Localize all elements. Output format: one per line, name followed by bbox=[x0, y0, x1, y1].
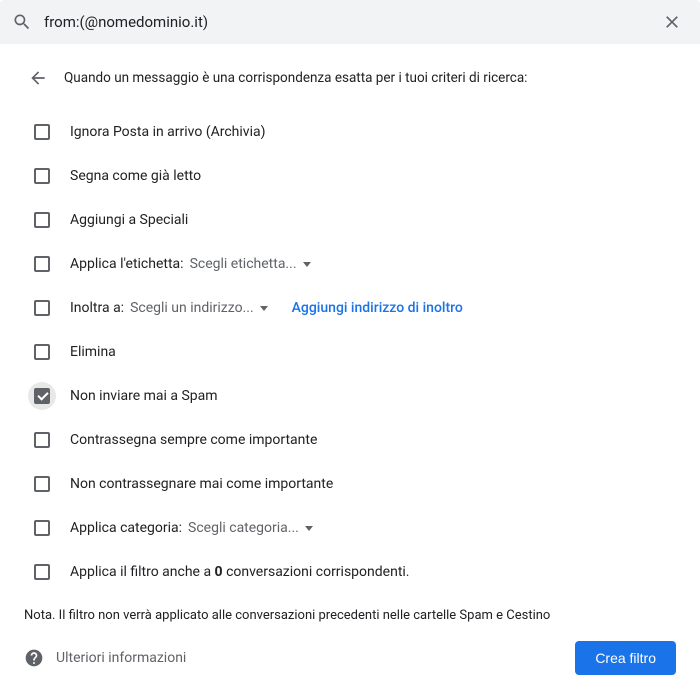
label-dropdown[interactable]: Scegli etichetta... bbox=[190, 256, 311, 272]
chevron-down-icon bbox=[305, 526, 313, 531]
checkbox-archive[interactable] bbox=[28, 118, 56, 146]
search-query[interactable]: from:(@nomedominio.it) bbox=[44, 13, 656, 31]
checkbox-apply-category[interactable] bbox=[28, 514, 56, 542]
option-delete: Elimina bbox=[20, 330, 680, 374]
option-never-important: Non contrassegnare mai come importante bbox=[20, 462, 680, 506]
checkbox-never-spam[interactable] bbox=[28, 382, 56, 410]
checkbox-star[interactable] bbox=[28, 206, 56, 234]
dropdown-text: Scegli un indirizzo... bbox=[130, 300, 254, 316]
clear-search-button[interactable] bbox=[656, 6, 688, 38]
option-label: Applica categoria: bbox=[70, 520, 182, 536]
filter-panel: Quando un messaggio è una corrispondenza… bbox=[0, 44, 700, 691]
checkbox-mark-read[interactable] bbox=[28, 162, 56, 190]
option-mark-read: Segna come già letto bbox=[20, 154, 680, 198]
back-arrow-icon bbox=[28, 68, 48, 88]
panel-header: Quando un messaggio è una corrispondenza… bbox=[20, 50, 680, 106]
option-label: Aggiungi a Speciali bbox=[70, 212, 188, 228]
dropdown-text: Scegli categoria... bbox=[188, 520, 299, 536]
option-apply-label: Applica l'etichetta: Scegli etichetta... bbox=[20, 242, 680, 286]
option-archive: Ignora Posta in arrivo (Archivia) bbox=[20, 110, 680, 154]
checkbox-delete[interactable] bbox=[28, 338, 56, 366]
checkbox-never-important[interactable] bbox=[28, 470, 56, 498]
option-label: Inoltra a: bbox=[70, 300, 124, 316]
category-dropdown[interactable]: Scegli categoria... bbox=[188, 520, 313, 536]
option-label: Applica l'etichetta: bbox=[70, 256, 184, 272]
header-text: Quando un messaggio è una corrispondenza… bbox=[64, 70, 527, 86]
option-label: Segna come già letto bbox=[70, 168, 201, 184]
option-label: Elimina bbox=[70, 344, 116, 360]
create-filter-button[interactable]: Crea filtro bbox=[575, 641, 676, 675]
close-icon bbox=[662, 12, 682, 32]
options-list: Ignora Posta in arrivo (Archivia) Segna … bbox=[20, 106, 680, 594]
help-icon bbox=[24, 648, 44, 668]
add-forward-address-link[interactable]: Aggiungi indirizzo di inoltro bbox=[292, 300, 463, 316]
forward-address-dropdown[interactable]: Scegli un indirizzo... bbox=[130, 300, 268, 316]
checkbox-apply-label[interactable] bbox=[28, 250, 56, 278]
option-forward: Inoltra a: Scegli un indirizzo... Aggiun… bbox=[20, 286, 680, 330]
dropdown-text: Scegli etichetta... bbox=[190, 256, 297, 272]
checkbox-always-important[interactable] bbox=[28, 426, 56, 454]
checkbox-forward[interactable] bbox=[28, 294, 56, 322]
option-label: Applica il filtro anche a 0 conversazion… bbox=[70, 564, 410, 580]
more-info-text: Ulteriori informazioni bbox=[56, 650, 186, 666]
chevron-down-icon bbox=[303, 262, 311, 267]
search-bar: from:(@nomedominio.it) bbox=[0, 0, 700, 44]
more-info-link[interactable]: Ulteriori informazioni bbox=[24, 648, 186, 668]
chevron-down-icon bbox=[260, 306, 268, 311]
option-never-spam: Non inviare mai a Spam bbox=[20, 374, 680, 418]
option-label: Non contrassegnare mai come importante bbox=[70, 476, 333, 492]
back-button[interactable] bbox=[22, 62, 54, 94]
note-text: Nota. Il filtro non verrà applicato alle… bbox=[20, 594, 680, 633]
search-icon bbox=[12, 12, 32, 32]
option-always-important: Contrassegna sempre come importante bbox=[20, 418, 680, 462]
option-label: Non inviare mai a Spam bbox=[70, 388, 218, 404]
panel-footer: Ulteriori informazioni Crea filtro bbox=[20, 633, 680, 675]
option-label: Ignora Posta in arrivo (Archivia) bbox=[70, 124, 265, 140]
checkbox-apply-existing[interactable] bbox=[28, 558, 56, 586]
option-star: Aggiungi a Speciali bbox=[20, 198, 680, 242]
option-apply-category: Applica categoria: Scegli categoria... bbox=[20, 506, 680, 550]
option-apply-existing: Applica il filtro anche a 0 conversazion… bbox=[20, 550, 680, 594]
option-label: Contrassegna sempre come importante bbox=[70, 432, 317, 448]
